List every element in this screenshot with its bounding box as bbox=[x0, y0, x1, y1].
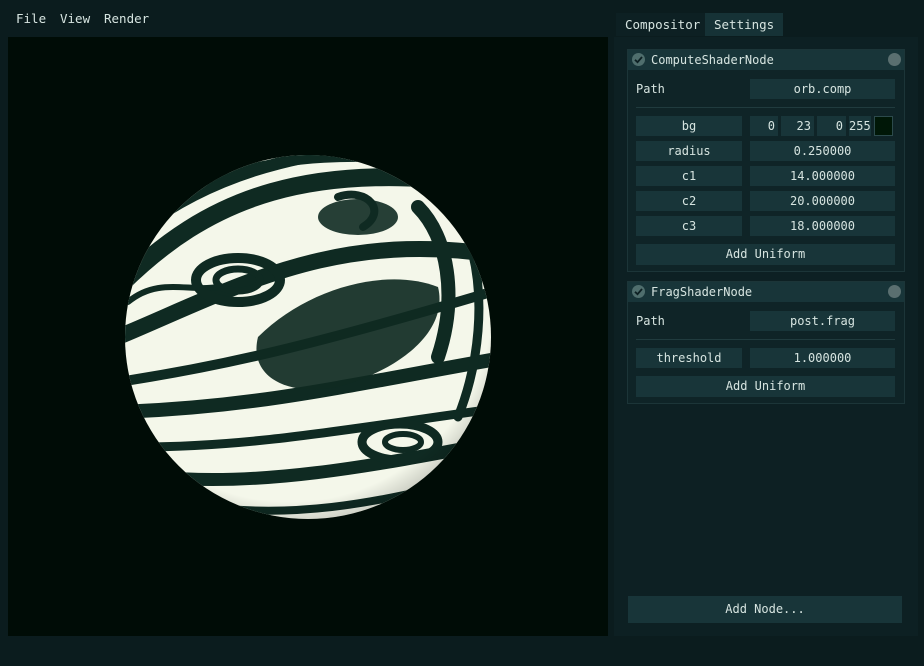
uniform-row-c2: c2 20.000000 bbox=[636, 191, 895, 211]
render-viewport[interactable] bbox=[8, 37, 608, 636]
uniform-value-threshold[interactable]: 1.000000 bbox=[750, 348, 895, 368]
uniform-name-bg[interactable]: bg bbox=[636, 116, 742, 136]
path-input[interactable]: orb.comp bbox=[750, 79, 895, 99]
path-input[interactable]: post.frag bbox=[750, 311, 895, 331]
menu-bar: File View Render bbox=[0, 0, 610, 36]
uniform-row-c3: c3 18.000000 bbox=[636, 216, 895, 236]
bg-r-input[interactable]: 0 bbox=[750, 116, 778, 136]
uniform-name-threshold[interactable]: threshold bbox=[636, 348, 742, 368]
bg-a-input[interactable]: 255 bbox=[849, 116, 871, 136]
uniform-name-radius[interactable]: radius bbox=[636, 141, 742, 161]
uniform-row-c1: c1 14.000000 bbox=[636, 166, 895, 186]
node-header[interactable]: FragShaderNode bbox=[628, 282, 904, 302]
add-node-button[interactable]: Add Node... bbox=[628, 596, 902, 623]
close-icon[interactable] bbox=[888, 53, 901, 66]
menu-view[interactable]: View bbox=[60, 11, 90, 26]
divider bbox=[636, 107, 895, 108]
path-row: Path orb.comp bbox=[636, 79, 895, 99]
uniform-name-c1[interactable]: c1 bbox=[636, 166, 742, 186]
uniform-value-c1[interactable]: 14.000000 bbox=[750, 166, 895, 186]
uniform-name-c2[interactable]: c2 bbox=[636, 191, 742, 211]
uniform-value-radius[interactable]: 0.250000 bbox=[750, 141, 895, 161]
orb-render bbox=[125, 155, 491, 519]
tab-settings[interactable]: Settings bbox=[705, 13, 784, 36]
node-header[interactable]: ComputeShaderNode bbox=[628, 50, 904, 70]
add-uniform-button[interactable]: Add Uniform bbox=[636, 376, 895, 397]
frag-shader-node: FragShaderNode Path post.frag threshold … bbox=[627, 281, 905, 404]
path-label: Path bbox=[636, 314, 665, 328]
divider bbox=[636, 339, 895, 340]
uniform-row-threshold: threshold 1.000000 bbox=[636, 348, 895, 368]
uniform-value-c2[interactable]: 20.000000 bbox=[750, 191, 895, 211]
node-title: ComputeShaderNode bbox=[651, 53, 774, 67]
check-icon[interactable] bbox=[632, 53, 645, 66]
menu-file[interactable]: File bbox=[16, 11, 46, 26]
uniform-row-radius: radius 0.250000 bbox=[636, 141, 895, 161]
uniform-name-c3[interactable]: c3 bbox=[636, 216, 742, 236]
path-row: Path post.frag bbox=[636, 311, 895, 331]
uniform-value-c3[interactable]: 18.000000 bbox=[750, 216, 895, 236]
compute-shader-node: ComputeShaderNode Path orb.comp bg 0 23 … bbox=[627, 49, 905, 272]
bg-g-input[interactable]: 23 bbox=[781, 116, 814, 136]
check-icon[interactable] bbox=[632, 285, 645, 298]
node-title: FragShaderNode bbox=[651, 285, 753, 299]
menu-render[interactable]: Render bbox=[104, 11, 149, 26]
tab-compositor[interactable]: Compositor bbox=[616, 13, 710, 36]
close-icon[interactable] bbox=[888, 285, 901, 298]
path-label: Path bbox=[636, 82, 665, 96]
uniform-row-bg: bg 0 23 0 255 bbox=[636, 116, 895, 136]
add-uniform-button[interactable]: Add Uniform bbox=[636, 244, 895, 265]
color-swatch[interactable] bbox=[874, 116, 893, 136]
bg-b-input[interactable]: 0 bbox=[817, 116, 846, 136]
